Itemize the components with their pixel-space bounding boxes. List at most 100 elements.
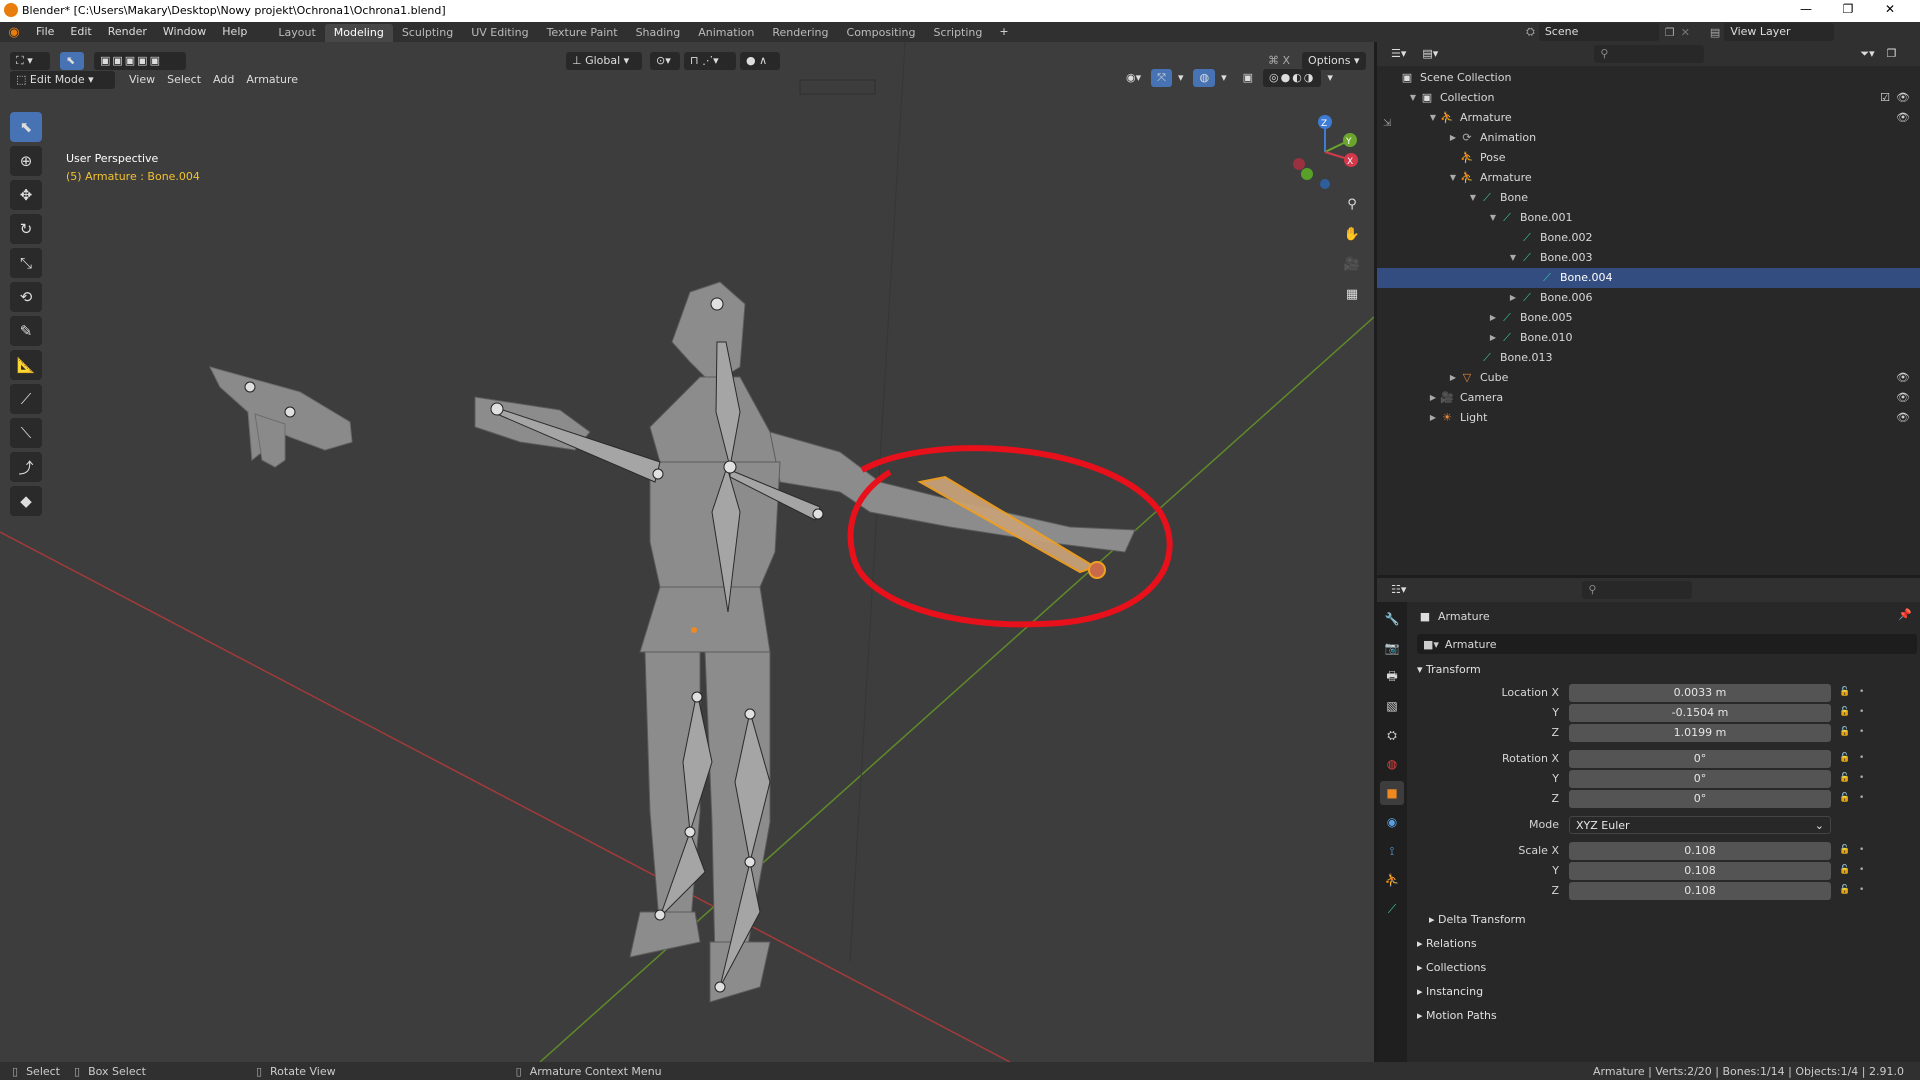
location-x-field[interactable]: 0.0033 m	[1569, 684, 1831, 702]
tab-uv-editing[interactable]: UV Editing	[462, 24, 537, 42]
scale-x-field[interactable]: 0.108	[1569, 842, 1831, 860]
tree-row[interactable]: ▼ ⟋ Bone.001	[1377, 208, 1920, 228]
constraint-tab-icon[interactable]: ⟟	[1380, 839, 1404, 863]
tab-rendering[interactable]: Rendering	[763, 24, 837, 42]
overlay-toggle[interactable]: ◍	[1193, 69, 1216, 87]
tree-row[interactable]: ▶ ☀ Light 👁	[1377, 408, 1920, 428]
remove-scene-icon[interactable]: ✕	[1681, 26, 1690, 39]
instancing-section[interactable]: ▸ Instancing	[1417, 981, 1483, 1003]
menu-file[interactable]: File	[28, 22, 62, 42]
view-layer-tab-icon[interactable]: ▧	[1380, 694, 1404, 718]
tree-row[interactable]: ▼ ⟋ Bone.003	[1377, 248, 1920, 268]
keyframe-dot-icon[interactable]: •	[1859, 885, 1864, 895]
tree-row[interactable]: ▶ ⟋ Bone.005	[1377, 308, 1920, 328]
options-dropdown[interactable]: Options ▾	[1302, 52, 1366, 70]
pin-icon[interactable]: 📌	[1898, 608, 1912, 621]
tool-tab-icon[interactable]: 🔧	[1380, 607, 1404, 631]
drag-handle-icon[interactable]: ⇲	[1383, 118, 1391, 129]
tab-layout[interactable]: Layout	[269, 24, 324, 42]
scale-y-field[interactable]: 0.108	[1569, 862, 1831, 880]
expand-caret-icon[interactable]: ▶	[1487, 308, 1499, 328]
lock-icon[interactable]: 🔓	[1839, 793, 1850, 803]
navigation-gizmo[interactable]: Z Y X	[1285, 112, 1365, 192]
envelope-tool-icon[interactable]: ◆	[10, 486, 42, 516]
new-scene-icon[interactable]: ❐	[1665, 26, 1675, 39]
outliner-editor-type-icon[interactable]: ☰▾	[1385, 45, 1412, 63]
keyframe-dot-icon[interactable]: •	[1859, 865, 1864, 875]
expand-caret-icon[interactable]: ▼	[1487, 208, 1499, 228]
keyframe-dot-icon[interactable]: •	[1859, 707, 1864, 717]
lock-icon[interactable]: 🔓	[1839, 773, 1850, 783]
keyframe-dot-icon[interactable]: •	[1859, 773, 1864, 783]
viewport-menu-view[interactable]: View	[123, 71, 161, 89]
tab-texture-paint[interactable]: Texture Paint	[538, 24, 627, 42]
snap-dropdown[interactable]: ⊓ ⋰▾	[684, 52, 736, 70]
properties-search-input[interactable]: ⚲	[1582, 581, 1693, 599]
motion-paths-section[interactable]: ▸ Motion Paths	[1417, 1005, 1497, 1027]
rotation-mode-dropdown[interactable]: XYZ Euler ⌄	[1569, 816, 1831, 834]
object-name-field[interactable]: Armature	[1445, 638, 1497, 651]
tree-row[interactable]: ⛹ Pose	[1377, 148, 1920, 168]
scale-z-field[interactable]: 0.108	[1569, 882, 1831, 900]
transform-section-header[interactable]: ▾ Transform	[1417, 659, 1481, 681]
selection-mode-buttons[interactable]: ▣▣▣▣▣	[94, 52, 186, 70]
view-layer-selector[interactable]: View Layer	[1724, 23, 1835, 41]
pivot-point-dropdown[interactable]: ⊙▾	[650, 52, 680, 70]
tab-shading[interactable]: Shading	[627, 24, 690, 42]
menu-render[interactable]: Render	[100, 22, 155, 42]
visibility-eye-icon[interactable]: 👁	[1896, 408, 1910, 428]
move-tool-icon[interactable]: ✥	[10, 180, 42, 210]
expand-caret-icon[interactable]: ▶	[1427, 408, 1439, 428]
location-z-field[interactable]: 1.0199 m	[1569, 724, 1831, 742]
menu-help[interactable]: Help	[214, 22, 255, 42]
rotation-z-field[interactable]: 0°	[1569, 790, 1831, 808]
visibility-eye-icon[interactable]: 👁	[1896, 108, 1910, 128]
editor-type-button[interactable]: ⛶ ▾	[10, 52, 50, 70]
tree-row[interactable]: ▼ ⛹ Armature 👁	[1377, 108, 1920, 128]
expand-caret-icon[interactable]: ▶	[1507, 288, 1519, 308]
scene-selector[interactable]: Scene	[1538, 23, 1659, 41]
tree-row[interactable]: ▼ ⛹ Armature	[1377, 168, 1920, 188]
scale-tool-icon[interactable]: ⤡	[10, 248, 42, 278]
cursor-tool-icon[interactable]: ⊕	[10, 146, 42, 176]
tree-row[interactable]: ▼ ▣ Collection 👁 ☑	[1377, 88, 1920, 108]
lock-icon[interactable]: 🔓	[1839, 885, 1850, 895]
expand-caret-icon[interactable]: ▼	[1507, 248, 1519, 268]
bone-tab-icon[interactable]: ⟋	[1380, 897, 1404, 921]
filter-icon[interactable]: ⏷▾	[1854, 45, 1880, 63]
collections-section[interactable]: ▸ Collections	[1417, 957, 1486, 979]
annotate-tool-icon[interactable]: ✎	[10, 316, 42, 346]
camera-view-icon[interactable]: 🎥	[1340, 252, 1364, 276]
tree-row[interactable]: ▶ ⟋ Bone.006	[1377, 288, 1920, 308]
transform-orientation-dropdown[interactable]: ⊥ Global ▾	[566, 52, 642, 70]
lock-icon[interactable]: 🔓	[1839, 845, 1850, 855]
expand-caret-icon[interactable]: ▼	[1427, 108, 1439, 128]
mirror-x-toggle[interactable]: ⌘ X	[1262, 52, 1296, 70]
select-box-tool-icon[interactable]: ⬉	[10, 112, 42, 142]
mode-dropdown[interactable]: ⬚ Edit Mode ▾	[10, 71, 115, 89]
expand-caret-icon[interactable]: ▼	[1407, 88, 1419, 108]
3d-viewport[interactable]: ⛶ ▾ ⬉ ▣▣▣▣▣ ⊥ Global ▾ ⊙▾ ⊓ ⋰▾ ● ∧ ⌘ X O…	[0, 42, 1374, 1062]
scene-tab-icon[interactable]: ⛭	[1380, 723, 1404, 747]
modifier-tab-icon[interactable]: ◉	[1380, 810, 1404, 834]
visibility-eye-icon[interactable]: 👁	[1896, 88, 1910, 108]
tab-animation[interactable]: Animation	[689, 24, 763, 42]
ortho-grid-icon[interactable]: ▦	[1340, 282, 1364, 306]
object-tab-icon[interactable]: ■	[1380, 781, 1404, 805]
lock-icon[interactable]: 🔓	[1839, 687, 1850, 697]
tree-row[interactable]: ▶ ⟋ Bone.010	[1377, 328, 1920, 348]
transform-tool-icon[interactable]: ⟲	[10, 282, 42, 312]
tree-row[interactable]: ▶ ⟳ Animation	[1377, 128, 1920, 148]
viewport-menu-add[interactable]: Add	[207, 71, 240, 89]
tab-compositing[interactable]: Compositing	[838, 24, 925, 42]
keyframe-dot-icon[interactable]: •	[1859, 753, 1864, 763]
shading-mode-buttons[interactable]: ◎●◐◑	[1263, 69, 1322, 87]
lock-icon[interactable]: 🔓	[1839, 727, 1850, 737]
tree-row[interactable]: ⟋ Bone.002	[1377, 228, 1920, 248]
exclude-checkbox[interactable]: ☑	[1880, 88, 1890, 108]
visibility-eye-icon[interactable]: 👁	[1896, 388, 1910, 408]
menu-edit[interactable]: Edit	[62, 22, 99, 42]
lock-icon[interactable]: 🔓	[1839, 753, 1850, 763]
tab-modeling[interactable]: Modeling	[324, 23, 393, 42]
expand-caret-icon[interactable]: ▼	[1467, 188, 1479, 208]
